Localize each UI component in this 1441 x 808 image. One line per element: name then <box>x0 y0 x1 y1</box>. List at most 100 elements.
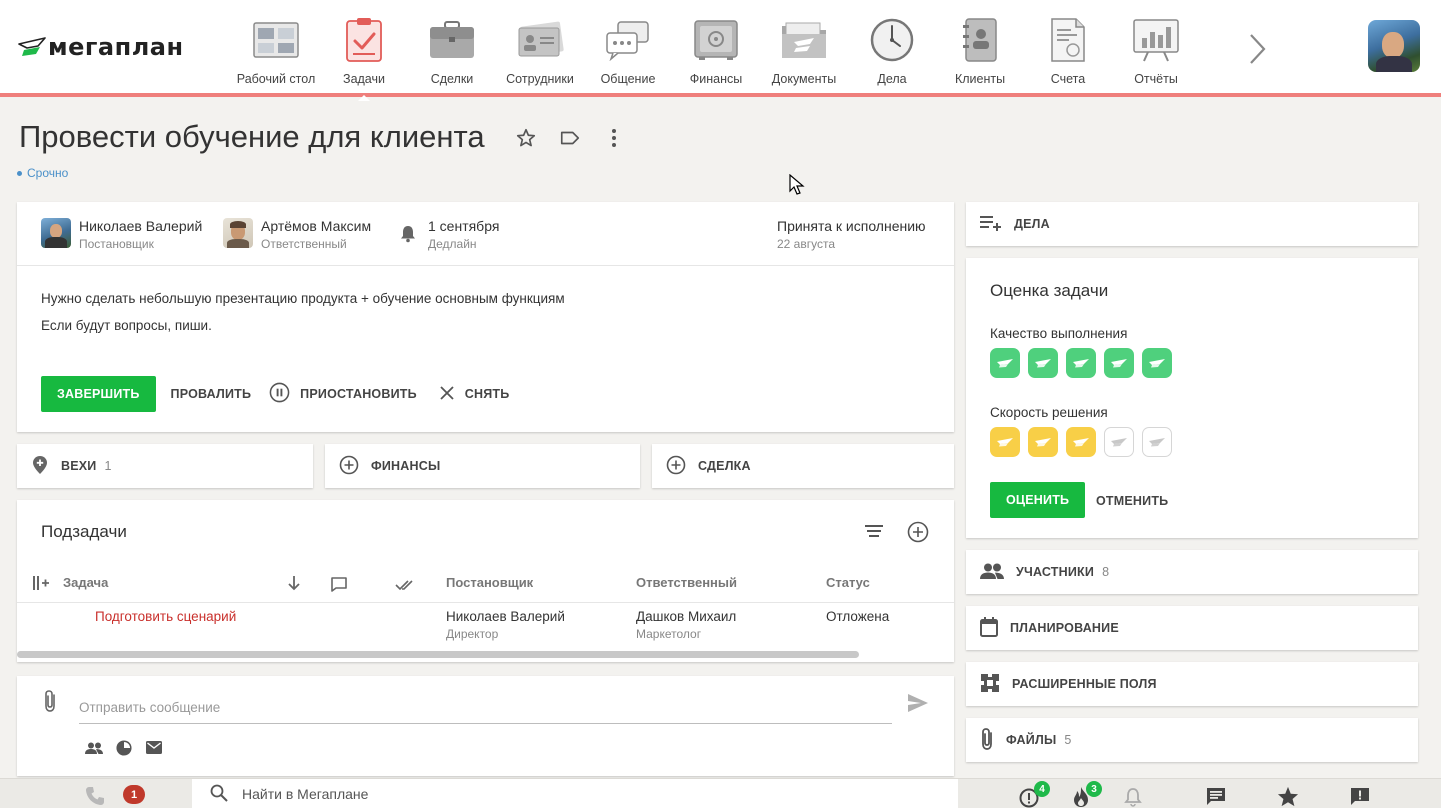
done-all-icon[interactable] <box>395 578 415 596</box>
column-task[interactable]: Задача <box>63 575 108 590</box>
feedback-icon[interactable] <box>1350 787 1370 808</box>
invoice-icon <box>1041 16 1095 64</box>
fail-button[interactable]: ПРОВАЛИТЬ <box>171 387 252 401</box>
add-subtask-icon[interactable] <box>907 521 929 548</box>
column-settings-icon[interactable] <box>33 576 49 595</box>
nav-dashboard[interactable]: Рабочий стол <box>232 0 320 97</box>
rating-plane-icon[interactable] <box>990 348 1020 378</box>
nav-documents[interactable]: Документы <box>760 0 848 97</box>
planning-block[interactable]: ПЛАНИРОВАНИЕ <box>966 606 1418 650</box>
playlist-add-icon <box>980 215 1002 234</box>
nav-clients[interactable]: Клиенты <box>936 0 1024 97</box>
nav-tasks[interactable]: Задачи <box>320 0 408 101</box>
deal-label: СДЕЛКА <box>698 459 751 473</box>
owner-avatar <box>41 218 71 248</box>
deal-block[interactable]: СДЕЛКА <box>652 444 954 488</box>
timer-icon[interactable] <box>116 740 132 761</box>
clock-icon <box>865 16 919 64</box>
pause-icon <box>269 382 290 406</box>
search-input[interactable]: Найти в Мегаплане <box>242 786 368 802</box>
rating-plane-icon[interactable] <box>1066 427 1096 457</box>
column-responsible[interactable]: Ответственный <box>636 575 737 590</box>
star-icon[interactable] <box>514 126 538 150</box>
nav-employees[interactable]: Сотрудники <box>496 0 584 97</box>
subtask-owner-name: Николаев Валерий <box>446 609 565 624</box>
rating-plane-icon[interactable] <box>1028 348 1058 378</box>
message-input[interactable]: Отправить сообщение <box>79 692 892 724</box>
rate-button[interactable]: ОЦЕНИТЬ <box>990 482 1086 518</box>
search-icon <box>210 784 228 805</box>
email-icon[interactable] <box>146 741 162 759</box>
speed-rating[interactable] <box>990 427 1172 457</box>
extended-fields-block[interactable]: РАСШИРЕННЫЕ ПОЛЯ <box>966 662 1418 706</box>
rating-plane-icon[interactable] <box>1104 348 1134 378</box>
nav-finance[interactable]: Финансы <box>672 0 760 97</box>
bell-icon <box>400 225 416 248</box>
owner-role: Постановщик <box>79 237 154 251</box>
rating-plane-icon[interactable] <box>1104 427 1134 457</box>
finance-block[interactable]: ФИНАНСЫ <box>325 444 640 488</box>
deadline-date: 1 сентября <box>428 218 500 234</box>
quality-rating[interactable] <box>990 348 1172 378</box>
contacts-book-icon <box>953 16 1007 64</box>
sort-lines-icon[interactable] <box>865 524 883 543</box>
nav-reports[interactable]: Отчёты <box>1112 0 1200 97</box>
task-owner[interactable]: Николаев Валерий Постановщик <box>41 218 202 253</box>
people-icon[interactable] <box>85 741 103 759</box>
cancel-rating-label: ОТМЕНИТЬ <box>1096 494 1169 508</box>
horizontal-scrollbar[interactable] <box>17 651 859 658</box>
nav-affairs[interactable]: Дела <box>848 0 936 97</box>
megaplan-logo[interactable]: мегаплан <box>18 30 184 64</box>
more-vert-icon[interactable] <box>602 126 626 150</box>
affairs-block[interactable]: ДЕЛА <box>966 202 1418 246</box>
complete-button[interactable]: ЗАВЕРШИТЬ <box>41 376 156 412</box>
rating-plane-icon[interactable] <box>1142 427 1172 457</box>
calls-badge[interactable]: 1 <box>123 785 145 804</box>
comments-icon[interactable] <box>330 576 348 597</box>
rating-plane-icon[interactable] <box>990 427 1020 457</box>
task-status[interactable]: Принята к исполнению 22 августа <box>777 218 926 253</box>
hot-badge: 3 <box>1086 781 1102 797</box>
nav-invoices[interactable]: Счета <box>1024 0 1112 97</box>
bell-icon[interactable] <box>1124 787 1142 808</box>
task-responsible[interactable]: Артёмов Максим Ответственный <box>223 218 371 253</box>
phone-icon[interactable] <box>85 786 105 808</box>
participants-block[interactable]: УЧАСТНИКИ 8 <box>966 550 1418 594</box>
user-avatar[interactable] <box>1368 20 1420 72</box>
pause-button[interactable]: ПРИОСТАНОВИТЬ <box>269 382 417 406</box>
nav-next-arrow-icon[interactable] <box>1240 32 1274 66</box>
send-icon[interactable] <box>907 693 929 718</box>
nav-deals[interactable]: Сделки <box>408 0 496 97</box>
task-deadline[interactable]: 1 сентября Дедлайн <box>400 218 499 253</box>
rating-plane-icon[interactable] <box>1066 348 1096 378</box>
milestones-block[interactable]: ВЕХИ 1 <box>17 444 313 488</box>
task-people-row: Николаев Валерий Постановщик Артёмов Мак… <box>17 202 954 266</box>
attach-icon[interactable] <box>43 689 57 718</box>
subtask-name[interactable]: Подготовить сценарий <box>95 609 236 624</box>
messages-icon[interactable] <box>1206 787 1226 808</box>
rating-plane-icon[interactable] <box>1142 348 1172 378</box>
extended-fields-label: РАСШИРЕННЫЕ ПОЛЯ <box>1012 677 1157 691</box>
subtask-status: Отложена <box>826 609 890 624</box>
nav-communication[interactable]: Общение <box>584 0 672 97</box>
cancel-rating-button[interactable]: ОТМЕНИТЬ <box>1096 494 1168 508</box>
nav-label: Дела <box>877 72 907 86</box>
chat-icon <box>601 16 655 64</box>
urgent-tag-label: Срочно <box>27 166 69 180</box>
nav-label: Счета <box>1050 72 1086 86</box>
tag-icon[interactable] <box>558 126 582 150</box>
affairs-label: ДЕЛА <box>1014 217 1050 231</box>
top-navigation: мегаплан Рабочий стол Задачи Сделки Сотр… <box>0 0 1441 101</box>
urgent-tag[interactable]: Срочно <box>17 166 68 180</box>
files-block[interactable]: ФАЙЛЫ 5 <box>966 718 1418 762</box>
sort-arrow-down-icon[interactable] <box>287 575 301 596</box>
favorites-star-icon[interactable] <box>1277 786 1299 808</box>
global-search[interactable]: Найти в Мегаплане <box>192 779 958 808</box>
cancel-task-button[interactable]: СНЯТЬ <box>439 385 510 404</box>
bottom-bar: 1 Найти в Мегаплане 4 3 <box>0 778 1441 808</box>
people-icon <box>980 563 1004 582</box>
rating-plane-icon[interactable] <box>1028 427 1058 457</box>
column-owner[interactable]: Постановщик <box>446 575 533 590</box>
subtask-responsible: Дашков Михаил Маркетолог <box>636 609 736 641</box>
column-status[interactable]: Статус <box>826 575 870 590</box>
